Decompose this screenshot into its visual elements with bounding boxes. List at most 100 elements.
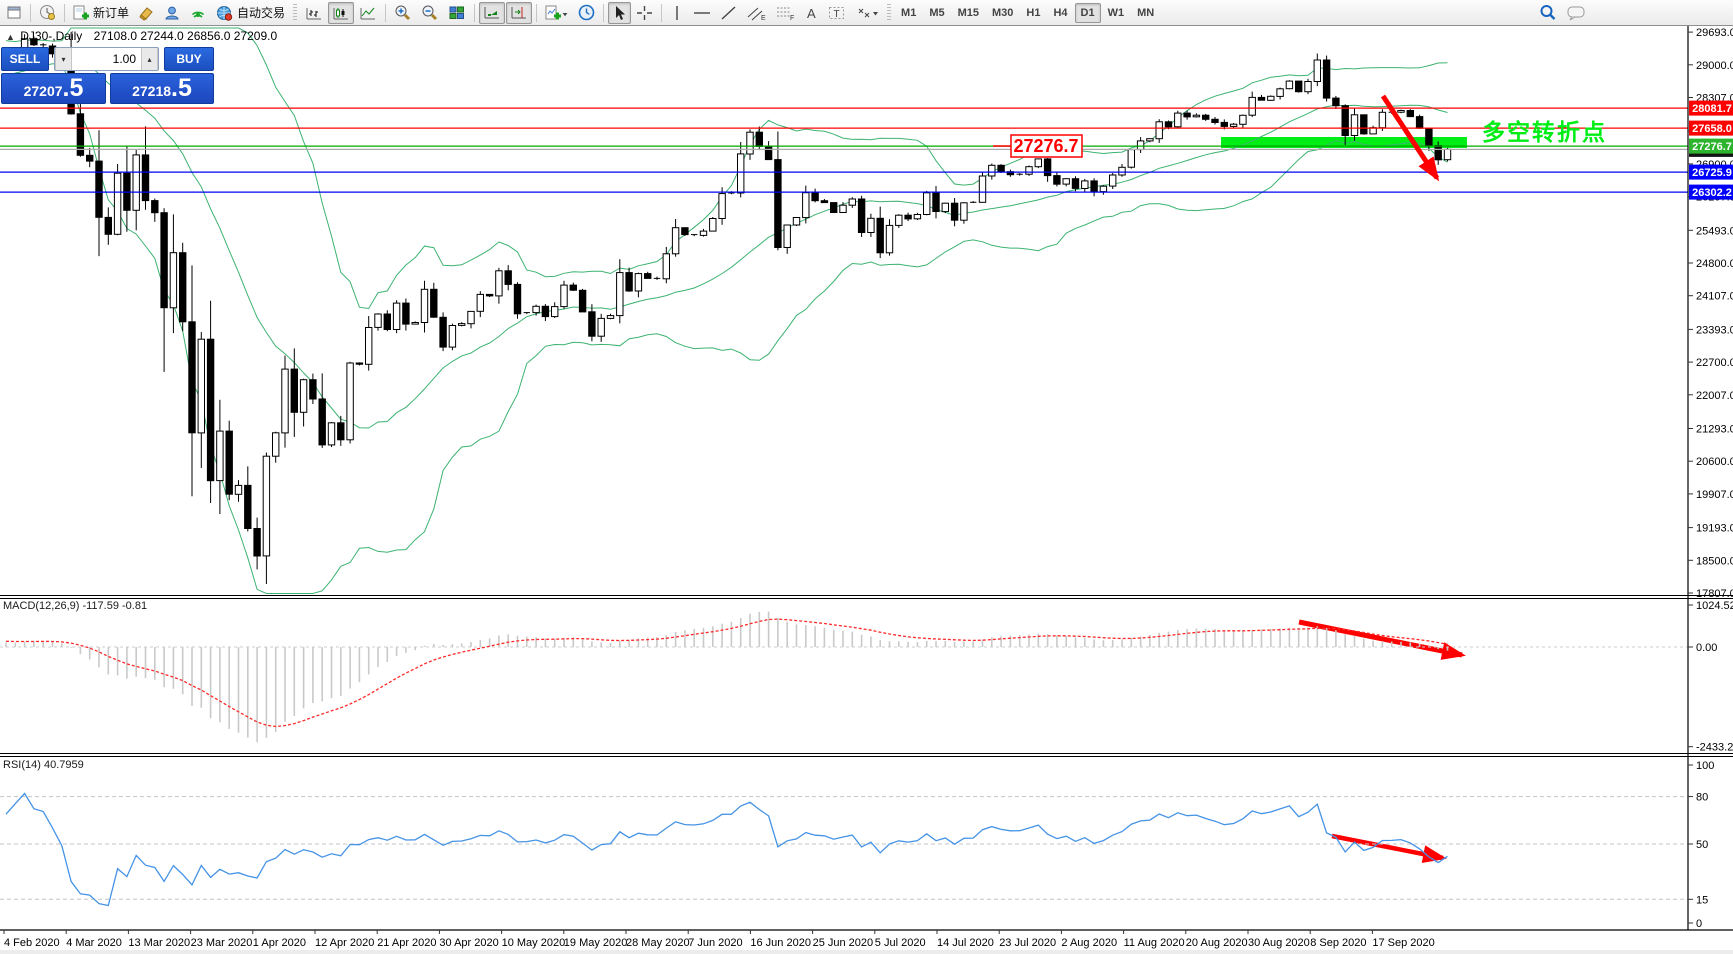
svg-text:4 Mar 2020: 4 Mar 2020 xyxy=(66,937,122,949)
symbol-period-label: DJ30-,Daily xyxy=(20,29,82,43)
auto-scroll-button[interactable] xyxy=(479,2,505,24)
auto-trading-button[interactable]: 自动交易 xyxy=(212,2,289,24)
candlestick-chart-button[interactable] xyxy=(328,2,354,24)
cursor-tool-button[interactable] xyxy=(608,2,631,24)
trendline-icon xyxy=(720,5,738,21)
svg-text:1 Apr 2020: 1 Apr 2020 xyxy=(253,937,306,949)
new-order-icon xyxy=(73,5,90,21)
svg-text:23 Mar 2020: 23 Mar 2020 xyxy=(191,937,253,949)
arrows-tool[interactable] xyxy=(851,2,883,24)
buy-price[interactable]: 27218.5 xyxy=(110,73,214,104)
chat-icon xyxy=(1566,5,1586,21)
svg-text:29000.0: 29000.0 xyxy=(1696,60,1733,72)
svg-text:20 Aug 2020: 20 Aug 2020 xyxy=(1186,937,1248,949)
tf-D1[interactable]: D1 xyxy=(1075,3,1101,23)
new-order-button[interactable]: 新订单 xyxy=(69,2,133,24)
crosshair-tool-button[interactable] xyxy=(632,2,657,24)
add-indicator-icon xyxy=(545,5,569,21)
crosshair-icon xyxy=(636,5,653,21)
tf-W1[interactable]: W1 xyxy=(1102,3,1131,23)
chart-title: ▲ DJ30-,Daily 27108.0 27244.0 26856.0 27… xyxy=(6,29,277,43)
tick-chart-button[interactable] xyxy=(35,2,60,24)
svg-text:14 Jul 2020: 14 Jul 2020 xyxy=(937,937,994,949)
charts-window-button[interactable] xyxy=(3,2,26,24)
tile-windows-button[interactable] xyxy=(444,2,470,24)
community-button[interactable] xyxy=(160,2,185,24)
tile-windows-icon xyxy=(448,5,466,21)
macd-label: MACD(12,26,9) -117.59 -0.81 xyxy=(3,600,147,612)
tf-M5[interactable]: M5 xyxy=(923,3,950,23)
line-chart-icon xyxy=(359,5,377,21)
svg-text:25 Jun 2020: 25 Jun 2020 xyxy=(813,937,874,949)
svg-text:19907.0: 19907.0 xyxy=(1696,489,1733,501)
svg-text:22007.0: 22007.0 xyxy=(1696,390,1733,402)
svg-text:29693.0: 29693.0 xyxy=(1696,27,1733,39)
signal-icon xyxy=(190,5,207,21)
arrows-icon xyxy=(855,5,879,21)
zoom-out-button[interactable] xyxy=(417,2,443,24)
text-tool[interactable]: A xyxy=(801,2,823,24)
tf-M15[interactable]: M15 xyxy=(952,3,985,23)
tf-M30[interactable]: M30 xyxy=(986,3,1019,23)
zoom-in-button[interactable] xyxy=(390,2,416,24)
svg-text:2 Aug 2020: 2 Aug 2020 xyxy=(1061,937,1117,949)
buy-button[interactable]: BUY xyxy=(164,47,214,71)
svg-text:19 May 2020: 19 May 2020 xyxy=(564,937,628,949)
svg-text:T: T xyxy=(834,9,840,20)
svg-text:1024.52: 1024.52 xyxy=(1696,600,1733,612)
svg-text:0: 0 xyxy=(1696,918,1702,930)
symbol-marker-icon: ▲ xyxy=(6,32,15,42)
svg-text:50: 50 xyxy=(1696,839,1708,851)
zoom-in-icon xyxy=(394,4,412,21)
svg-text:-2433.25: -2433.25 xyxy=(1696,742,1733,754)
chat-button[interactable] xyxy=(1562,2,1590,24)
add-indicator-button[interactable] xyxy=(541,2,573,24)
buy-price-frac: .5 xyxy=(171,74,192,103)
sell-price[interactable]: 27207.5 xyxy=(1,73,106,104)
user-cloud-icon xyxy=(164,5,181,21)
svg-text:17 Sep 2020: 17 Sep 2020 xyxy=(1372,937,1434,949)
volume-increase-button[interactable]: ▴ xyxy=(141,48,158,70)
auto-trading-icon xyxy=(216,5,234,21)
trendline-tool[interactable] xyxy=(716,2,742,24)
svg-text:5 Jul 2020: 5 Jul 2020 xyxy=(875,937,926,949)
vertical-line-tool[interactable] xyxy=(666,2,688,24)
svg-text:11 Aug 2020: 11 Aug 2020 xyxy=(1124,937,1185,949)
tf-H1[interactable]: H1 xyxy=(1020,3,1046,23)
horizontal-line-tool[interactable] xyxy=(689,2,715,24)
horizontal-line-icon xyxy=(693,5,711,21)
chart-surface[interactable]: 27276.7多空转折点29693.029000.028307.027593.0… xyxy=(0,26,1733,954)
volume-value[interactable]: 1.00 xyxy=(72,48,141,70)
volume-decrease-button[interactable]: ▾ xyxy=(55,48,72,70)
rsi-label: RSI(14) 40.7959 xyxy=(3,759,84,771)
svg-text:4 Feb 2020: 4 Feb 2020 xyxy=(4,937,60,949)
clock-icon xyxy=(578,4,595,21)
svg-text:23 Jul 2020: 23 Jul 2020 xyxy=(999,937,1056,949)
tick-chart-icon xyxy=(39,4,56,21)
period-settings-button[interactable] xyxy=(574,2,599,24)
svg-text:16 Jun 2020: 16 Jun 2020 xyxy=(750,937,811,949)
svg-text:21293.0: 21293.0 xyxy=(1696,424,1733,436)
styler-button[interactable] xyxy=(134,2,159,24)
bar-chart-button[interactable] xyxy=(301,2,327,24)
sell-button[interactable]: SELL xyxy=(1,47,49,71)
svg-text:28081.7: 28081.7 xyxy=(1692,103,1732,115)
text-label-tool[interactable]: T xyxy=(824,2,850,24)
equidistant-channel-tool[interactable]: E xyxy=(743,2,771,24)
svg-text:23393.0: 23393.0 xyxy=(1696,324,1733,336)
chart-shift-button[interactable] xyxy=(506,2,532,24)
svg-text:30 Apr 2020: 30 Apr 2020 xyxy=(439,937,498,949)
tf-M1[interactable]: M1 xyxy=(895,3,922,23)
tf-H4[interactable]: H4 xyxy=(1047,3,1073,23)
svg-text:10 May 2020: 10 May 2020 xyxy=(502,937,566,949)
svg-text:27276.7: 27276.7 xyxy=(1692,141,1732,153)
svg-text:A: A xyxy=(807,6,816,21)
svg-text:17807.0: 17807.0 xyxy=(1696,588,1733,600)
line-chart-button[interactable] xyxy=(355,2,381,24)
signals-button[interactable] xyxy=(186,2,211,24)
fibonacci-tool[interactable]: F xyxy=(772,2,800,24)
eraser-icon xyxy=(138,5,155,21)
turning-point-annotation: 多空转折点 xyxy=(1482,119,1607,145)
tf-MN[interactable]: MN xyxy=(1131,3,1160,23)
search-button[interactable] xyxy=(1535,2,1561,24)
